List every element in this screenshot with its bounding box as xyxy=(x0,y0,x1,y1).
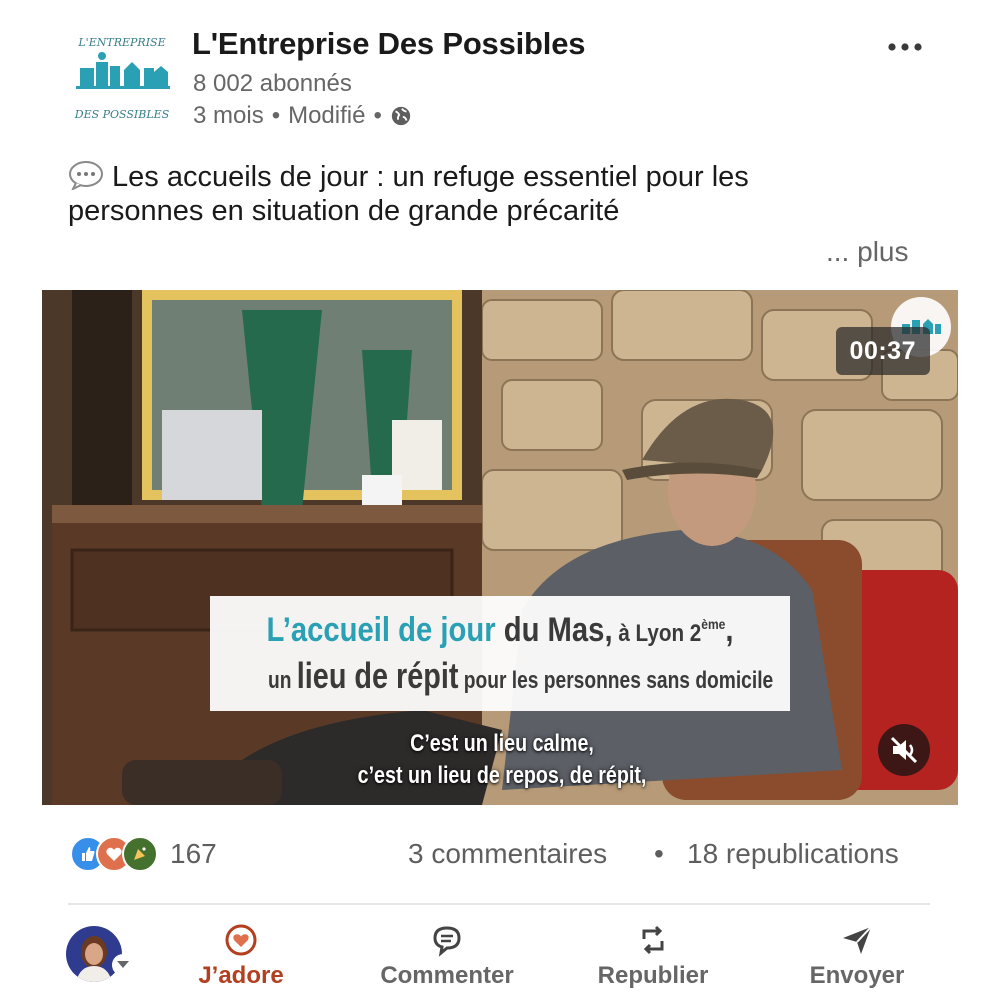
video-subtitle: C’est un lieu calme, c’est un lieu de re… xyxy=(289,728,715,792)
divider xyxy=(68,903,930,905)
video-caption-card: L’accueil de jour du Mas, à Lyon 2ème, u… xyxy=(210,596,790,711)
svg-text:L'ENTREPRISE: L'ENTREPRISE xyxy=(77,36,165,49)
comments-count[interactable]: 3 commentaires xyxy=(408,838,607,870)
post-text: Les accueils de jour : un refuge essenti… xyxy=(68,160,888,228)
caption-l2-pre: un xyxy=(268,667,297,694)
caption-mid: du Mas, xyxy=(495,611,613,649)
chevron-down-icon xyxy=(117,961,129,968)
svg-text:DES POSSIBLES: DES POSSIBLES xyxy=(74,108,170,121)
avatar[interactable] xyxy=(66,926,122,982)
caption-small: à Lyon 2 xyxy=(612,620,702,647)
meta-separator: • xyxy=(373,102,382,129)
see-more-link[interactable]: ... plus xyxy=(826,236,908,268)
comment-button[interactable]: Commenter xyxy=(362,922,532,990)
caption-l2-big: lieu de répit xyxy=(296,655,459,696)
follower-count: 8 002 abonnés xyxy=(193,70,352,97)
edited-label: Modifié xyxy=(288,102,366,129)
speech-bubble-icon xyxy=(69,161,103,190)
company-name[interactable]: L'Entreprise Des Possibles xyxy=(192,26,585,62)
caption-sup: ème xyxy=(701,616,726,632)
mute-button[interactable] xyxy=(878,724,930,776)
speaker-muted-icon xyxy=(890,736,918,764)
repost-icon xyxy=(642,925,664,955)
repost-button[interactable]: Republier xyxy=(568,922,738,990)
celebrate-reaction-icon xyxy=(122,836,158,872)
company-logo[interactable]: L'ENTREPRISE DES POSSIBLES xyxy=(66,22,178,134)
caption-l2-post: pour les personnes sans domicile xyxy=(458,667,774,694)
post-meta: 3 mois • Modifié • xyxy=(193,102,412,130)
send-button[interactable]: Envoyer xyxy=(772,922,942,990)
actor-switch-caret[interactable] xyxy=(112,954,134,976)
more-horizontal-icon xyxy=(888,43,922,51)
heart-icon xyxy=(225,924,257,956)
comment-icon xyxy=(433,926,461,957)
subtitle-line-1: C’est un lieu calme, xyxy=(410,730,594,757)
send-icon xyxy=(843,926,872,954)
caption-highlight: L’accueil de jour xyxy=(266,611,496,649)
caption-line-2: un lieu de répit pour les personnes sans… xyxy=(268,655,773,701)
send-label: Envoyer xyxy=(809,962,905,989)
caption-end: , xyxy=(725,611,734,649)
reposts-count[interactable]: 18 republications xyxy=(687,838,899,870)
reactions-summary[interactable]: 167 xyxy=(70,836,217,872)
more-options-button[interactable] xyxy=(878,30,932,64)
globe-icon xyxy=(391,106,411,126)
repost-label: Republier xyxy=(597,962,709,989)
video-duration: 00:37 xyxy=(835,327,930,375)
comment-label: Commenter xyxy=(380,962,514,989)
caption-line-1: L’accueil de jour du Mas, à Lyon 2ème, xyxy=(251,604,750,654)
post-body: Les accueils de jour : un refuge essenti… xyxy=(68,161,749,227)
love-label: J’adore xyxy=(198,962,284,989)
meta-separator: • xyxy=(271,102,281,129)
video-player[interactable]: 00:37 L’accueil de jour du Mas, à Lyon 2… xyxy=(42,290,958,805)
subtitle-line-2: c’est un lieu de repos, de répit, xyxy=(357,762,647,789)
reactions-count: 167 xyxy=(170,838,217,869)
counts-separator: • xyxy=(654,838,664,869)
love-button[interactable]: J’adore xyxy=(156,922,326,990)
post-age: 3 mois xyxy=(193,102,264,129)
